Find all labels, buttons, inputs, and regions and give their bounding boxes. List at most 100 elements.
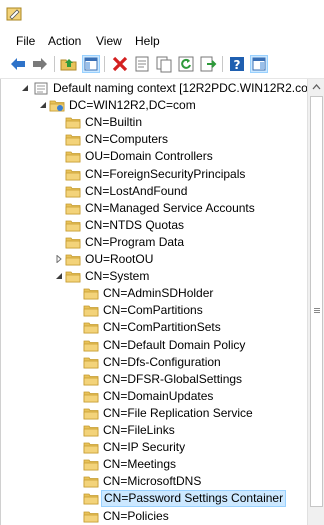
export-list-icon[interactable] xyxy=(199,55,217,73)
expanded-arrow-icon[interactable] xyxy=(39,97,49,114)
folder-icon xyxy=(65,183,81,200)
help-icon[interactable]: ? xyxy=(228,55,246,73)
tree-item[interactable]: CN=ComPartitions xyxy=(1,302,308,319)
refresh-icon[interactable] xyxy=(177,55,195,73)
tree-item-label: CN=ComPartitions xyxy=(103,303,203,318)
tree-item[interactable]: OU=RootOU xyxy=(1,251,308,268)
tree-item-label: CN=Computers xyxy=(85,132,169,147)
tree-item[interactable]: CN=System xyxy=(1,268,308,285)
folder-icon xyxy=(83,354,99,371)
expanded-arrow-icon[interactable] xyxy=(21,80,31,97)
folder-icon xyxy=(65,166,81,183)
folder-icon xyxy=(83,439,99,456)
tree-item[interactable]: CN=Program Data xyxy=(1,234,308,251)
tree-item-label: Default naming context [12R2PDC.WIN12R2.… xyxy=(53,81,308,95)
folder-icon xyxy=(83,456,99,473)
show-hide-action-pane-icon[interactable] xyxy=(250,55,268,73)
back-icon[interactable] xyxy=(9,55,27,73)
folder-icon xyxy=(65,251,81,268)
folder-icon xyxy=(83,371,99,388)
folder-icon xyxy=(83,405,99,422)
tree-item-label: OU=RootOU xyxy=(85,252,154,266)
tree-item-label: CN=Builtin xyxy=(85,115,143,130)
toolbar-separator xyxy=(104,56,105,72)
forward-icon[interactable] xyxy=(31,55,49,73)
menu-view[interactable]: View xyxy=(96,34,122,48)
toolbar: ? xyxy=(0,51,324,79)
folder-icon xyxy=(83,490,99,507)
title-bar xyxy=(0,0,324,31)
tree-item-label: CN=AdminSDHolder xyxy=(103,286,214,301)
domain-icon xyxy=(49,97,65,114)
folder-icon xyxy=(65,131,81,148)
tree-item-label: CN=ComPartitionSets xyxy=(103,320,221,335)
tree-item-label: CN=FileLinks xyxy=(103,423,175,437)
tree-item[interactable]: CN=DomainUpdates xyxy=(1,388,308,405)
tree-view[interactable]: Default naming context [12R2PDC.WIN12R2.… xyxy=(0,79,308,525)
collapsed-arrow-icon[interactable] xyxy=(55,251,65,268)
folder-icon xyxy=(83,302,99,319)
tree-item-label: CN=NTDS Quotas xyxy=(85,217,185,232)
tree-item-label: CN=MicrosoftDNS xyxy=(103,474,202,489)
tree-item[interactable]: CN=Default Domain Policy xyxy=(1,337,308,354)
scroll-up-arrow-icon[interactable] xyxy=(308,79,324,96)
tree-item-domain[interactable]: DC=WIN12R2,DC=com xyxy=(1,97,308,114)
delete-icon[interactable] xyxy=(111,55,129,73)
tree-item[interactable]: CN=Managed Service Accounts xyxy=(1,200,308,217)
tree-item[interactable]: CN=NTDS Quotas xyxy=(1,217,308,234)
tree-item[interactable]: CN=File Replication Service xyxy=(1,405,308,422)
folder-icon xyxy=(83,388,99,405)
tree-item[interactable]: CN=Policies xyxy=(1,508,308,525)
tree-item-label: CN=DFSR-GlobalSettings xyxy=(103,371,243,386)
menu-file[interactable]: File xyxy=(16,34,35,48)
tree-item[interactable]: CN=DFSR-GlobalSettings xyxy=(1,371,308,388)
folder-icon xyxy=(65,234,81,251)
tree-item[interactable]: CN=MicrosoftDNS xyxy=(1,473,308,490)
scrollbar-grip xyxy=(314,312,320,313)
tree-item-label: CN=DomainUpdates xyxy=(103,388,214,403)
tree-item-label: CN=Program Data xyxy=(85,234,185,249)
tree-item[interactable]: CN=Dfs-Configuration xyxy=(1,354,308,371)
tree-item[interactable]: CN=ComPartitionSets xyxy=(1,319,308,336)
up-folder-icon[interactable] xyxy=(60,55,78,73)
tree-item[interactable]: CN=Meetings xyxy=(1,456,308,473)
tree-item[interactable]: CN=AdminSDHolder xyxy=(1,285,308,302)
expanded-arrow-icon[interactable] xyxy=(55,268,65,285)
naming-context-icon xyxy=(33,80,49,97)
tree-item-selected[interactable]: CN=Password Settings Container xyxy=(1,490,308,508)
menu-action[interactable]: Action xyxy=(48,34,81,48)
toolbar-separator xyxy=(54,56,55,72)
tree-item-label: CN=IP Security xyxy=(103,440,186,455)
folder-icon xyxy=(65,200,81,217)
scrollbar-thumb[interactable] xyxy=(310,96,323,507)
copy-icon[interactable] xyxy=(155,55,173,73)
properties-icon[interactable] xyxy=(133,55,151,73)
app-icon xyxy=(6,6,22,22)
folder-icon xyxy=(65,114,81,131)
tree-item[interactable]: CN=Computers xyxy=(1,131,308,148)
folder-icon xyxy=(65,217,81,234)
tree-item-label: CN=Dfs-Configuration xyxy=(103,354,221,369)
vertical-scrollbar[interactable] xyxy=(307,79,324,525)
show-hide-tree-icon[interactable] xyxy=(82,55,100,73)
scrollbar-grip xyxy=(314,310,320,311)
tree-item-label: CN=File Replication Service xyxy=(103,405,253,420)
tree-item[interactable]: CN=IP Security xyxy=(1,439,308,456)
tree-item[interactable]: OU=Domain Controllers xyxy=(1,148,308,165)
tree-item-label: CN=Password Settings Container xyxy=(101,490,287,508)
tree-item-label: CN=Meetings xyxy=(103,457,177,472)
folder-icon xyxy=(83,473,99,490)
tree-item-label: CN=Policies xyxy=(103,508,169,523)
tree-item-label: CN=Default Domain Policy xyxy=(103,337,246,352)
toolbar-separator xyxy=(222,56,223,72)
folder-icon xyxy=(83,422,99,439)
folder-icon xyxy=(83,508,99,525)
tree-item-root[interactable]: Default naming context [12R2PDC.WIN12R2.… xyxy=(1,80,308,97)
tree-item[interactable]: CN=LostAndFound xyxy=(1,183,308,200)
tree-item[interactable]: CN=Builtin xyxy=(1,114,308,131)
tree-item[interactable]: CN=FileLinks xyxy=(1,422,308,439)
tree-item-label: DC=WIN12R2,DC=com xyxy=(69,98,196,113)
tree-item[interactable]: CN=ForeignSecurityPrincipals xyxy=(1,166,308,183)
menu-help[interactable]: Help xyxy=(135,34,160,48)
tree-item-label: CN=System xyxy=(85,269,150,284)
